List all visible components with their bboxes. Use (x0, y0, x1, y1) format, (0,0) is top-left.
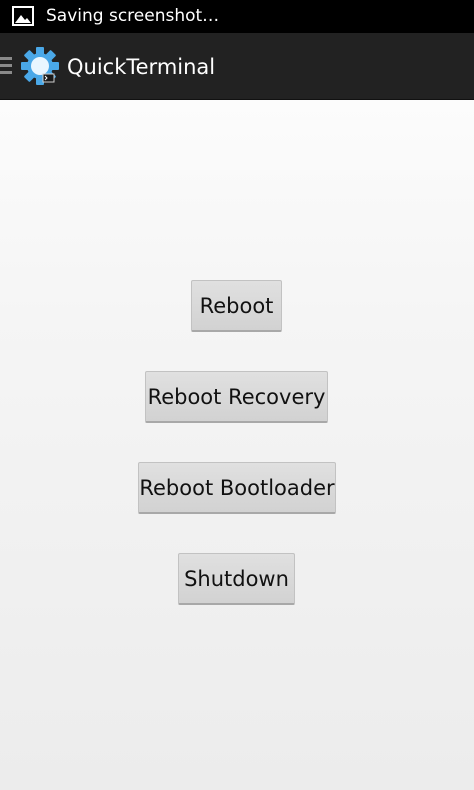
shutdown-button[interactable]: Shutdown (178, 553, 295, 605)
gear-icon[interactable] (19, 46, 61, 88)
status-notification-text: Saving screenshot… (46, 6, 220, 26)
action-bar: QuickTerminal (0, 33, 474, 100)
reboot-bootloader-button[interactable]: Reboot Bootloader (138, 462, 336, 514)
reboot-button[interactable]: Reboot (191, 280, 282, 332)
drawer-menu-icon[interactable] (0, 55, 14, 77)
image-icon (12, 6, 34, 26)
status-bar: Saving screenshot… (0, 0, 474, 33)
app-title: QuickTerminal (67, 55, 216, 79)
reboot-recovery-button[interactable]: Reboot Recovery (145, 371, 328, 423)
screen: Saving screenshot… QuickTerminal Reboot … (0, 0, 474, 790)
